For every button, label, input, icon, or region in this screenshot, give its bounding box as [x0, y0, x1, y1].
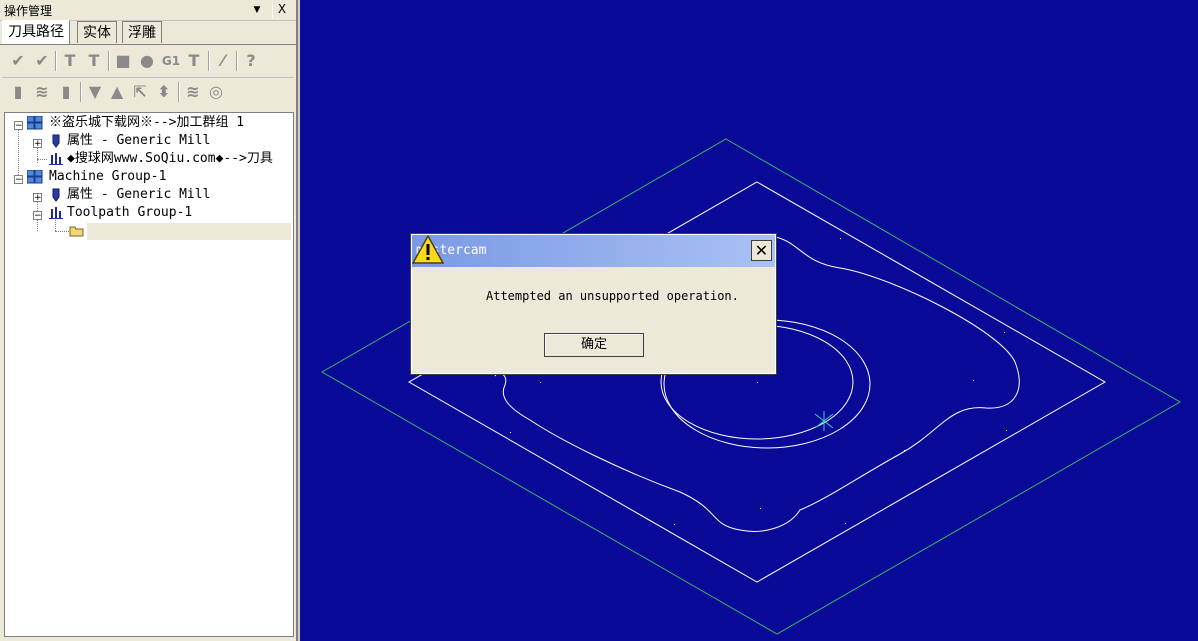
down-arrow-icon[interactable]: ▼ [85, 82, 105, 102]
expand-toggle[interactable]: + [33, 193, 42, 203]
panel-dropdown-icon[interactable]: ▼ [250, 3, 264, 17]
panel-close-button[interactable]: X [272, 2, 291, 18]
tab-solids[interactable]: 实体 [77, 21, 117, 43]
insert-arrow-icon[interactable]: ⇱ [130, 82, 150, 102]
tree-node-machine-group[interactable]: ※盗乐城下载网※-->加工群组 1 [49, 114, 244, 132]
graphics-window[interactable]: mastercam ✕ Attempted an unsupported ope… [300, 0, 1198, 641]
operations-manager-panel: 操作管理 ▼ X 刀具路径 实体 浮雕 ✔ ✔ T T ■ ● G1 T ⁄ ?… [0, 0, 298, 641]
toolbar-row-1: ✔ ✔ T T ■ ● G1 T ⁄ ? [2, 47, 294, 75]
g1-backplot-icon[interactable]: G1 [161, 51, 181, 71]
toolbar-row-2: ▮ ≋ ▮ ▼ ▲ ⇱ ⬍ ≋ ◎ [2, 77, 294, 106]
machine-group-icon [27, 116, 43, 130]
dialog-close-button[interactable]: ✕ [751, 240, 772, 261]
tree-node-properties[interactable]: 属性 - Generic Mill [67, 132, 210, 150]
expand-toggle[interactable]: − [14, 175, 23, 185]
toolbar-separator [80, 82, 82, 102]
regen-dirty-icon[interactable]: ● [137, 51, 157, 71]
tabs-divider [0, 44, 296, 45]
check-clear-icon[interactable]: ✔ [32, 51, 52, 71]
toolbar-separator [108, 51, 110, 71]
properties-icon [52, 188, 60, 202]
operations-tree: − ※盗乐城下载网※-->加工群组 1 + 属性 - Generic Mill … [4, 112, 294, 637]
warning-icon [412, 235, 444, 264]
toolbar-separator [236, 51, 238, 71]
updown-icon[interactable]: ⬍ [154, 82, 174, 102]
wave-off-icon[interactable]: ≋ [183, 82, 203, 102]
tree-node-toolpath-group[interactable]: Toolpath Group-1 [67, 204, 192, 222]
folder-lock-icon[interactable]: ▮ [56, 82, 76, 102]
dialog-message: Attempted an unsupported operation. [486, 289, 739, 303]
tab-relief[interactable]: 浮雕 [122, 21, 162, 43]
help-icon[interactable]: ? [241, 51, 261, 71]
panel-titlebar: 操作管理 ▼ X [0, 0, 296, 21]
toolbar-separator [55, 51, 57, 71]
ok-button[interactable]: 确定 [544, 333, 644, 357]
tree-line [55, 231, 69, 232]
expand-toggle[interactable]: + [33, 139, 42, 149]
expand-toggle[interactable]: − [14, 121, 23, 131]
panel-tabs: 刀具路径 实体 浮雕 [2, 20, 296, 44]
check-all-icon[interactable]: ✔ [8, 51, 28, 71]
lock-icon[interactable]: ▮ [8, 82, 28, 102]
tree-line [37, 159, 47, 160]
tree-node-toolpath-group[interactable]: ◆搜球网www.SoQiu.com◆-->刀具 [67, 150, 273, 168]
tree-node-machine-group[interactable]: Machine Group-1 [49, 168, 166, 186]
wand-icon[interactable]: ⁄ [213, 51, 233, 71]
post-icon[interactable]: T [184, 51, 204, 71]
tool-select-icon[interactable]: T [60, 51, 80, 71]
wave-icon[interactable]: ≋ [32, 82, 52, 102]
toolbar-separator [178, 82, 180, 102]
expand-toggle[interactable]: − [33, 211, 42, 221]
toolpath-group-icon [49, 153, 63, 165]
stock-boundary [320, 138, 1181, 635]
panel-title: 操作管理 [4, 4, 53, 18]
toolpath-group-icon [49, 207, 63, 219]
properties-icon [52, 134, 60, 148]
machine-group-icon [27, 170, 43, 184]
target-icon[interactable]: ◎ [206, 82, 226, 102]
dialog-titlebar: mastercam [412, 235, 775, 267]
tab-toolpaths[interactable]: 刀具路径 [2, 20, 70, 44]
tool-clear-icon[interactable]: T [84, 51, 104, 71]
toolbar-separator [208, 51, 210, 71]
up-arrow-icon[interactable]: ▲ [107, 82, 127, 102]
insert-position-row[interactable] [87, 223, 291, 240]
origin-marker [814, 411, 834, 431]
regen-icon[interactable]: ■ [113, 51, 133, 71]
tree-line [18, 127, 19, 181]
error-dialog: mastercam ✕ Attempted an unsupported ope… [410, 233, 777, 375]
folder-icon [69, 226, 84, 237]
tree-node-properties[interactable]: 属性 - Generic Mill [67, 186, 210, 204]
